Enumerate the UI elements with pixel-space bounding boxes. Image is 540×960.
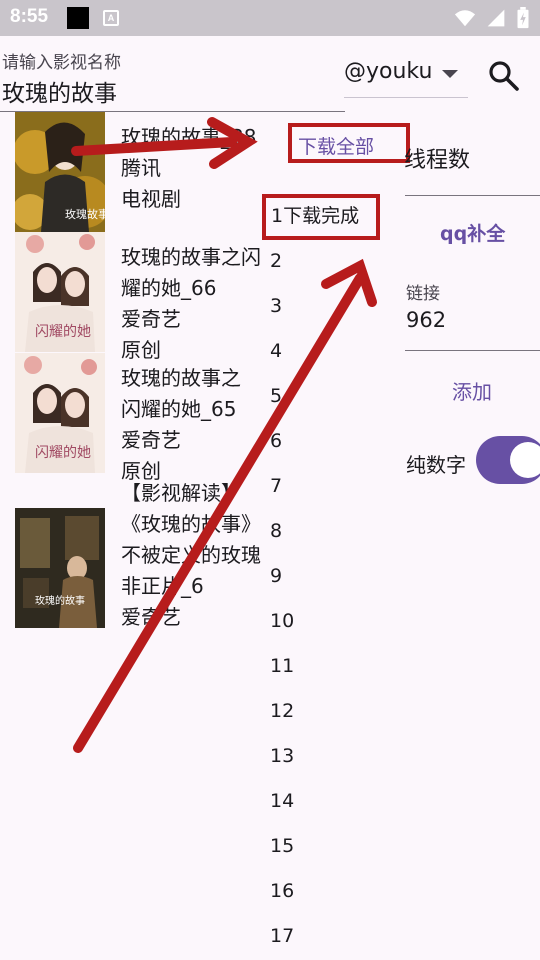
poster-image: 玫瑰故事 — [15, 112, 105, 232]
search-input-value[interactable]: 玫瑰的故事 — [2, 74, 117, 108]
episode-item[interactable]: 5 — [270, 385, 282, 407]
search-icon — [489, 61, 519, 91]
episode-item[interactable]: 6 — [270, 430, 282, 452]
result-title-cont: 不被定义的玫瑰 — [121, 543, 261, 567]
poster-title: 玫瑰故事 — [65, 207, 105, 221]
result-title: 玫瑰的故事之闪 — [121, 245, 261, 269]
result-title: 【影视解读】 — [121, 481, 241, 505]
wifi-icon — [454, 10, 476, 27]
poster-title: 闪耀的她 — [35, 324, 91, 340]
episode-item[interactable]: 16 — [270, 880, 294, 902]
episode-item[interactable]: 7 — [270, 475, 282, 497]
status-time: 8:55 — [10, 6, 49, 27]
result-text: 玫瑰的故事之 闪耀的她_65 爱奇艺 原创 — [121, 363, 281, 487]
link-field-label: 链接 — [406, 284, 440, 304]
result-text: 【影视解读】 《玫瑰的故事》 不被定义的玫瑰 非正片_6 爱奇艺 — [121, 478, 281, 633]
poster-title: 闪耀的她 — [35, 445, 91, 461]
episode-item[interactable]: 8 — [270, 520, 282, 542]
pure-digits-toggle[interactable] — [476, 436, 540, 484]
result-item[interactable]: 玫瑰的故事 【影视解读】 《玫瑰的故事》 不被定义的玫瑰 非正片_6 爱奇艺 — [15, 476, 275, 636]
poster-image: 闪耀的她 — [15, 232, 105, 352]
source-dropdown-value: @youku — [344, 59, 433, 84]
thread-count-underline — [405, 195, 540, 196]
poster-image: 玫瑰的故事 — [15, 508, 105, 628]
search-input-label: 请输入影视名称 — [2, 53, 121, 73]
add-button[interactable]: 添加 — [452, 376, 492, 405]
episode-item[interactable]: 17 — [270, 925, 294, 947]
result-text: 玫瑰的故事_38 腾讯 电视剧 — [121, 122, 281, 215]
app-notification-icon — [67, 7, 89, 29]
download-all-button[interactable]: 下载全部 — [288, 123, 410, 163]
result-source: 爱奇艺 — [121, 307, 181, 331]
result-text: 玫瑰的故事之闪 耀的她_66 爱奇艺 原创 — [121, 242, 281, 366]
link-field[interactable]: 962 — [406, 308, 446, 332]
source-dropdown[interactable]: @youku — [344, 52, 468, 98]
result-source: 腾讯 — [121, 156, 161, 180]
source-dropdown-underline — [344, 97, 468, 98]
qq-complete-button[interactable]: qq补全 — [440, 219, 505, 246]
episode-item[interactable]: 9 — [270, 565, 282, 587]
episode-item[interactable]: 2 — [270, 250, 282, 272]
search-input[interactable]: 请输入影视名称 玫瑰的故事 — [0, 40, 345, 112]
episode-item[interactable]: 13 — [270, 745, 294, 767]
signal-icon — [487, 9, 505, 27]
battery-icon — [517, 7, 529, 29]
poster-image: 闪耀的她 — [15, 353, 105, 473]
episode-item[interactable]: 12 — [270, 700, 294, 722]
episode-item[interactable]: 14 — [270, 790, 294, 812]
status-icons — [454, 7, 530, 29]
dropdown-arrow-icon — [442, 70, 458, 78]
result-title-cont: 闪耀的她_65 — [121, 397, 237, 421]
episode-item[interactable]: 11 — [270, 655, 294, 677]
episode-item[interactable]: 3 — [270, 295, 282, 317]
episode-item[interactable]: 15 — [270, 835, 294, 857]
episode-item[interactable]: 4 — [270, 340, 282, 362]
episode-item[interactable]: 10 — [270, 610, 294, 632]
result-item[interactable]: 玫瑰故事 玫瑰的故事_38 腾讯 电视剧 — [15, 112, 275, 232]
link-field-underline — [405, 350, 540, 351]
result-source: 爱奇艺 — [121, 605, 181, 629]
download-complete-item[interactable]: 1下载完成 — [262, 194, 380, 240]
pure-digits-label: 纯数字 — [406, 453, 466, 477]
thread-count-field[interactable]: 线程数 — [404, 142, 470, 174]
result-item[interactable]: 闪耀的她 玫瑰的故事之 闪耀的她_65 爱奇艺 原创 — [15, 353, 275, 483]
text-notification-icon: A — [103, 10, 119, 26]
result-title: 玫瑰的故事之 — [121, 366, 241, 390]
toggle-knob — [510, 442, 540, 478]
result-title: 玫瑰的故事_38 — [121, 125, 257, 149]
search-button[interactable] — [486, 58, 522, 94]
status-bar: 8:55 A — [0, 0, 540, 36]
result-source: 爱奇艺 — [121, 428, 181, 452]
result-title-cont: 《玫瑰的故事》 — [121, 512, 261, 536]
result-title-cont: 耀的她_66 — [121, 276, 217, 300]
result-title-cont: 非正片_6 — [121, 574, 204, 598]
result-type: 电视剧 — [121, 187, 181, 211]
result-item[interactable]: 闪耀的她 玫瑰的故事之闪 耀的她_66 爱奇艺 原创 — [15, 232, 275, 362]
poster-title: 玫瑰的故事 — [35, 594, 85, 607]
